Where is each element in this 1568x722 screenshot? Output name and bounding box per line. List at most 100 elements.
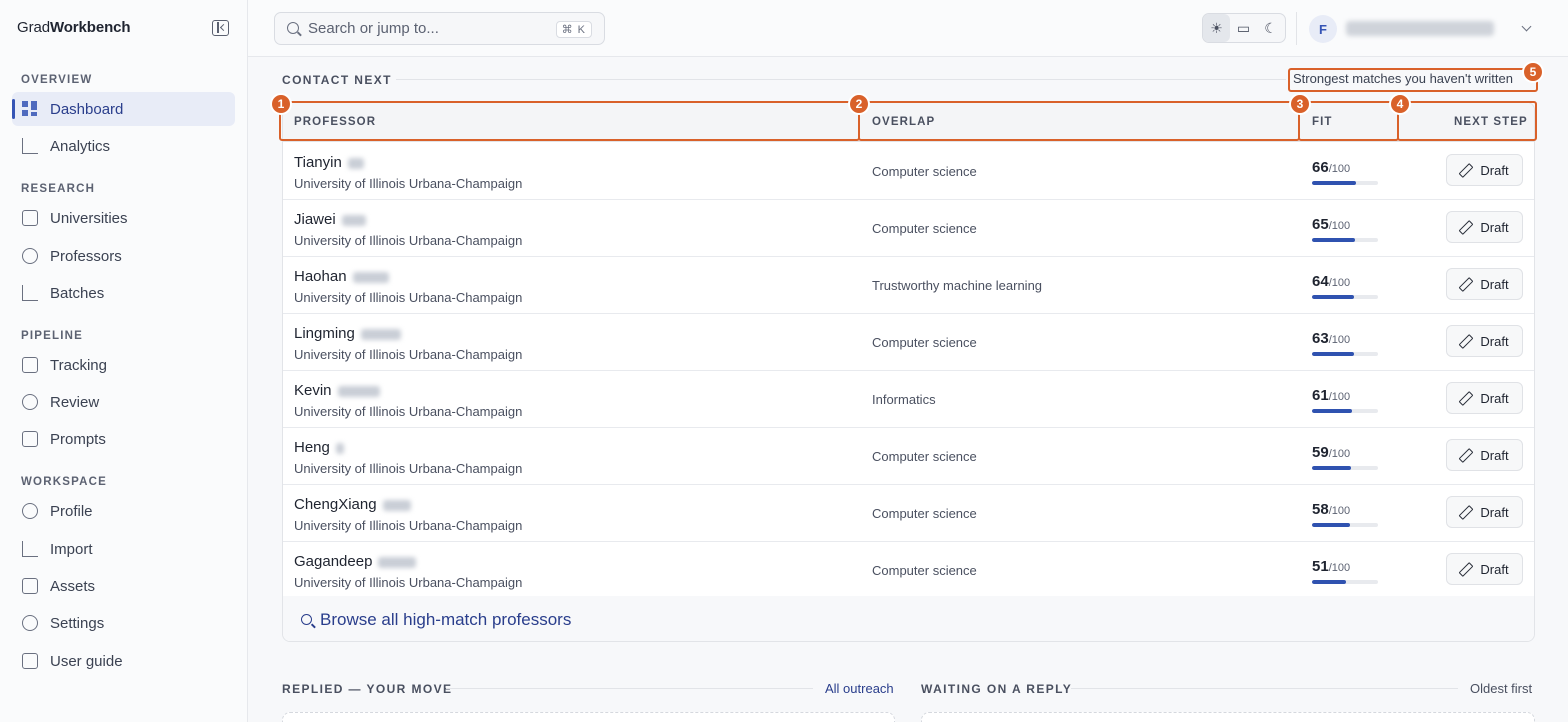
sidebar-item-label: Batches <box>50 284 105 302</box>
sidebar-item-professors[interactable]: Professors <box>12 239 235 273</box>
sidebar-item-analytics[interactable]: Analytics <box>12 129 235 163</box>
fit-value: 51 <box>1312 558 1329 575</box>
professor-name[interactable]: ChengXiang <box>294 496 411 513</box>
fit-bar <box>1312 238 1378 242</box>
draft-button[interactable]: Draft <box>1446 325 1523 357</box>
sort-oldest-first[interactable]: Oldest first <box>1470 681 1532 696</box>
browse-all-link[interactable]: Browse all high-match professors <box>283 596 1534 641</box>
pencil-icon <box>1460 335 1472 347</box>
fit-score: 61/100 <box>1312 387 1350 404</box>
professor-university: University of Illinois Urbana-Champaign <box>294 347 523 362</box>
sidebar-item-profile[interactable]: Profile <box>12 494 235 528</box>
theme-switcher: ☀ ▭ ☾ <box>1202 13 1286 43</box>
overlap-topic: Computer science <box>872 164 977 179</box>
sidebar-item-review[interactable]: Review <box>12 385 235 419</box>
section-label-workspace: WORKSPACE <box>21 476 107 488</box>
table-row[interactable]: Heng University of Illinois Urbana-Champa… <box>283 428 1534 485</box>
fit-bar-fill <box>1312 352 1354 356</box>
fit-score: 65/100 <box>1312 216 1350 233</box>
professor-first-name: Tianyin <box>294 154 342 171</box>
chevron-down-icon[interactable] <box>1521 21 1532 32</box>
draft-button[interactable]: Draft <box>1446 553 1523 585</box>
professor-name[interactable]: Gagandeep <box>294 553 417 570</box>
table-row[interactable]: ChengXiang University of Illinois Urbana-… <box>283 485 1534 542</box>
sidebar-item-assets[interactable]: Assets <box>12 569 235 603</box>
sidebar-item-universities[interactable]: Universities <box>12 201 235 235</box>
fit-value: 64 <box>1312 273 1329 290</box>
overlap-topic: Computer science <box>872 563 977 578</box>
annotation-box-4 <box>1397 101 1537 141</box>
professor-name[interactable]: Lingming <box>294 325 401 342</box>
clipboard-icon <box>22 357 38 373</box>
professor-university: University of Illinois Urbana-Champaign <box>294 176 523 191</box>
topbar: Search or jump to... ⌘ K ☀ ▭ ☾ F <box>248 0 1568 57</box>
professor-name[interactable]: Haohan <box>294 268 389 285</box>
table-row[interactable]: Jiawei University of Illinois Urbana-Cham… <box>283 200 1534 257</box>
annotation-badge-1: 1 <box>270 93 292 115</box>
professor-first-name: Heng <box>294 439 330 456</box>
sidebar-item-dashboard[interactable]: Dashboard <box>12 92 235 126</box>
sidebar-collapse-icon[interactable] <box>212 20 229 36</box>
pencil-icon <box>1460 449 1472 461</box>
draft-button[interactable]: Draft <box>1446 496 1523 528</box>
draft-label: Draft <box>1480 162 1509 178</box>
table-row[interactable]: Gagandeep University of Illinois Urbana-C… <box>283 542 1534 599</box>
draft-button[interactable]: Draft <box>1446 382 1523 414</box>
all-outreach-link[interactable]: All outreach <box>825 681 894 696</box>
section-label-overview: OVERVIEW <box>21 74 93 86</box>
app-logo[interactable]: GradWorkbench <box>17 19 131 36</box>
chart-icon <box>22 138 38 154</box>
table-row[interactable]: Lingming University of Illinois Urbana-Ch… <box>283 314 1534 371</box>
dashboard-icon <box>22 101 38 117</box>
system-theme-icon[interactable]: ▭ <box>1230 14 1257 42</box>
dark-theme-icon[interactable]: ☾ <box>1257 14 1284 42</box>
sidebar-item-batches[interactable]: Batches <box>12 276 235 310</box>
sidebar-item-import[interactable]: Import <box>12 532 235 566</box>
sidebar-item-settings[interactable]: Settings <box>12 606 235 640</box>
sidebar-item-label: Profile <box>50 502 93 520</box>
professor-university: University of Illinois Urbana-Champaign <box>294 290 523 305</box>
pencil-icon <box>1460 278 1472 290</box>
table-row[interactable]: Kevin University of Illinois Urbana-Champ… <box>283 371 1534 428</box>
sidebar-item-label: Dashboard <box>50 100 124 118</box>
pencil-icon <box>1460 392 1472 404</box>
draft-button[interactable]: Draft <box>1446 211 1523 243</box>
draft-button[interactable]: Draft <box>1446 154 1523 186</box>
list-check-icon <box>22 285 38 301</box>
professor-university: University of Illinois Urbana-Champaign <box>294 575 523 590</box>
fit-max: /100 <box>1328 163 1351 175</box>
light-theme-icon[interactable]: ☀ <box>1203 14 1230 42</box>
fit-score: 58/100 <box>1312 501 1350 518</box>
pencil-icon <box>1460 563 1472 575</box>
professor-first-name: Jiawei <box>294 211 336 228</box>
sidebar-item-user-guide[interactable]: User guide <box>12 644 235 678</box>
sidebar-item-prompts[interactable]: Prompts <box>12 422 235 456</box>
annotation-badge-5: 5 <box>1522 61 1544 83</box>
sidebar-item-tracking[interactable]: Tracking <box>12 348 235 382</box>
draft-button[interactable]: Draft <box>1446 439 1523 471</box>
professor-name[interactable]: Tianyin <box>294 154 364 171</box>
overlap-topic: Trustworthy machine learning <box>872 278 1043 293</box>
draft-label: Draft <box>1480 333 1509 349</box>
fit-value: 66 <box>1312 159 1329 176</box>
sidebar-item-label: Universities <box>50 209 128 227</box>
professor-surname-redacted <box>341 214 366 226</box>
draft-button[interactable]: Draft <box>1446 268 1523 300</box>
fit-bar <box>1312 409 1378 413</box>
annotation-box-1 <box>279 101 860 141</box>
sidebar-item-label: Settings <box>50 614 105 632</box>
fit-value: 58 <box>1312 501 1329 518</box>
search-input[interactable]: Search or jump to... ⌘ K <box>274 12 605 45</box>
shield-icon <box>22 394 38 410</box>
fit-bar <box>1312 580 1378 584</box>
professor-name[interactable]: Jiawei <box>294 211 366 228</box>
avatar[interactable]: F <box>1309 15 1337 43</box>
overlap-topic: Computer science <box>872 449 977 464</box>
table-row[interactable]: Tianyin University of Illinois Urbana-Cha… <box>283 143 1534 200</box>
table-row[interactable]: Haohan University of Illinois Urbana-Cham… <box>283 257 1534 314</box>
professor-surname-redacted <box>335 442 344 454</box>
professor-surname-redacted <box>360 328 401 340</box>
professor-first-name: Lingming <box>294 325 355 342</box>
professor-name[interactable]: Kevin <box>294 382 380 399</box>
professor-name[interactable]: Heng <box>294 439 344 456</box>
